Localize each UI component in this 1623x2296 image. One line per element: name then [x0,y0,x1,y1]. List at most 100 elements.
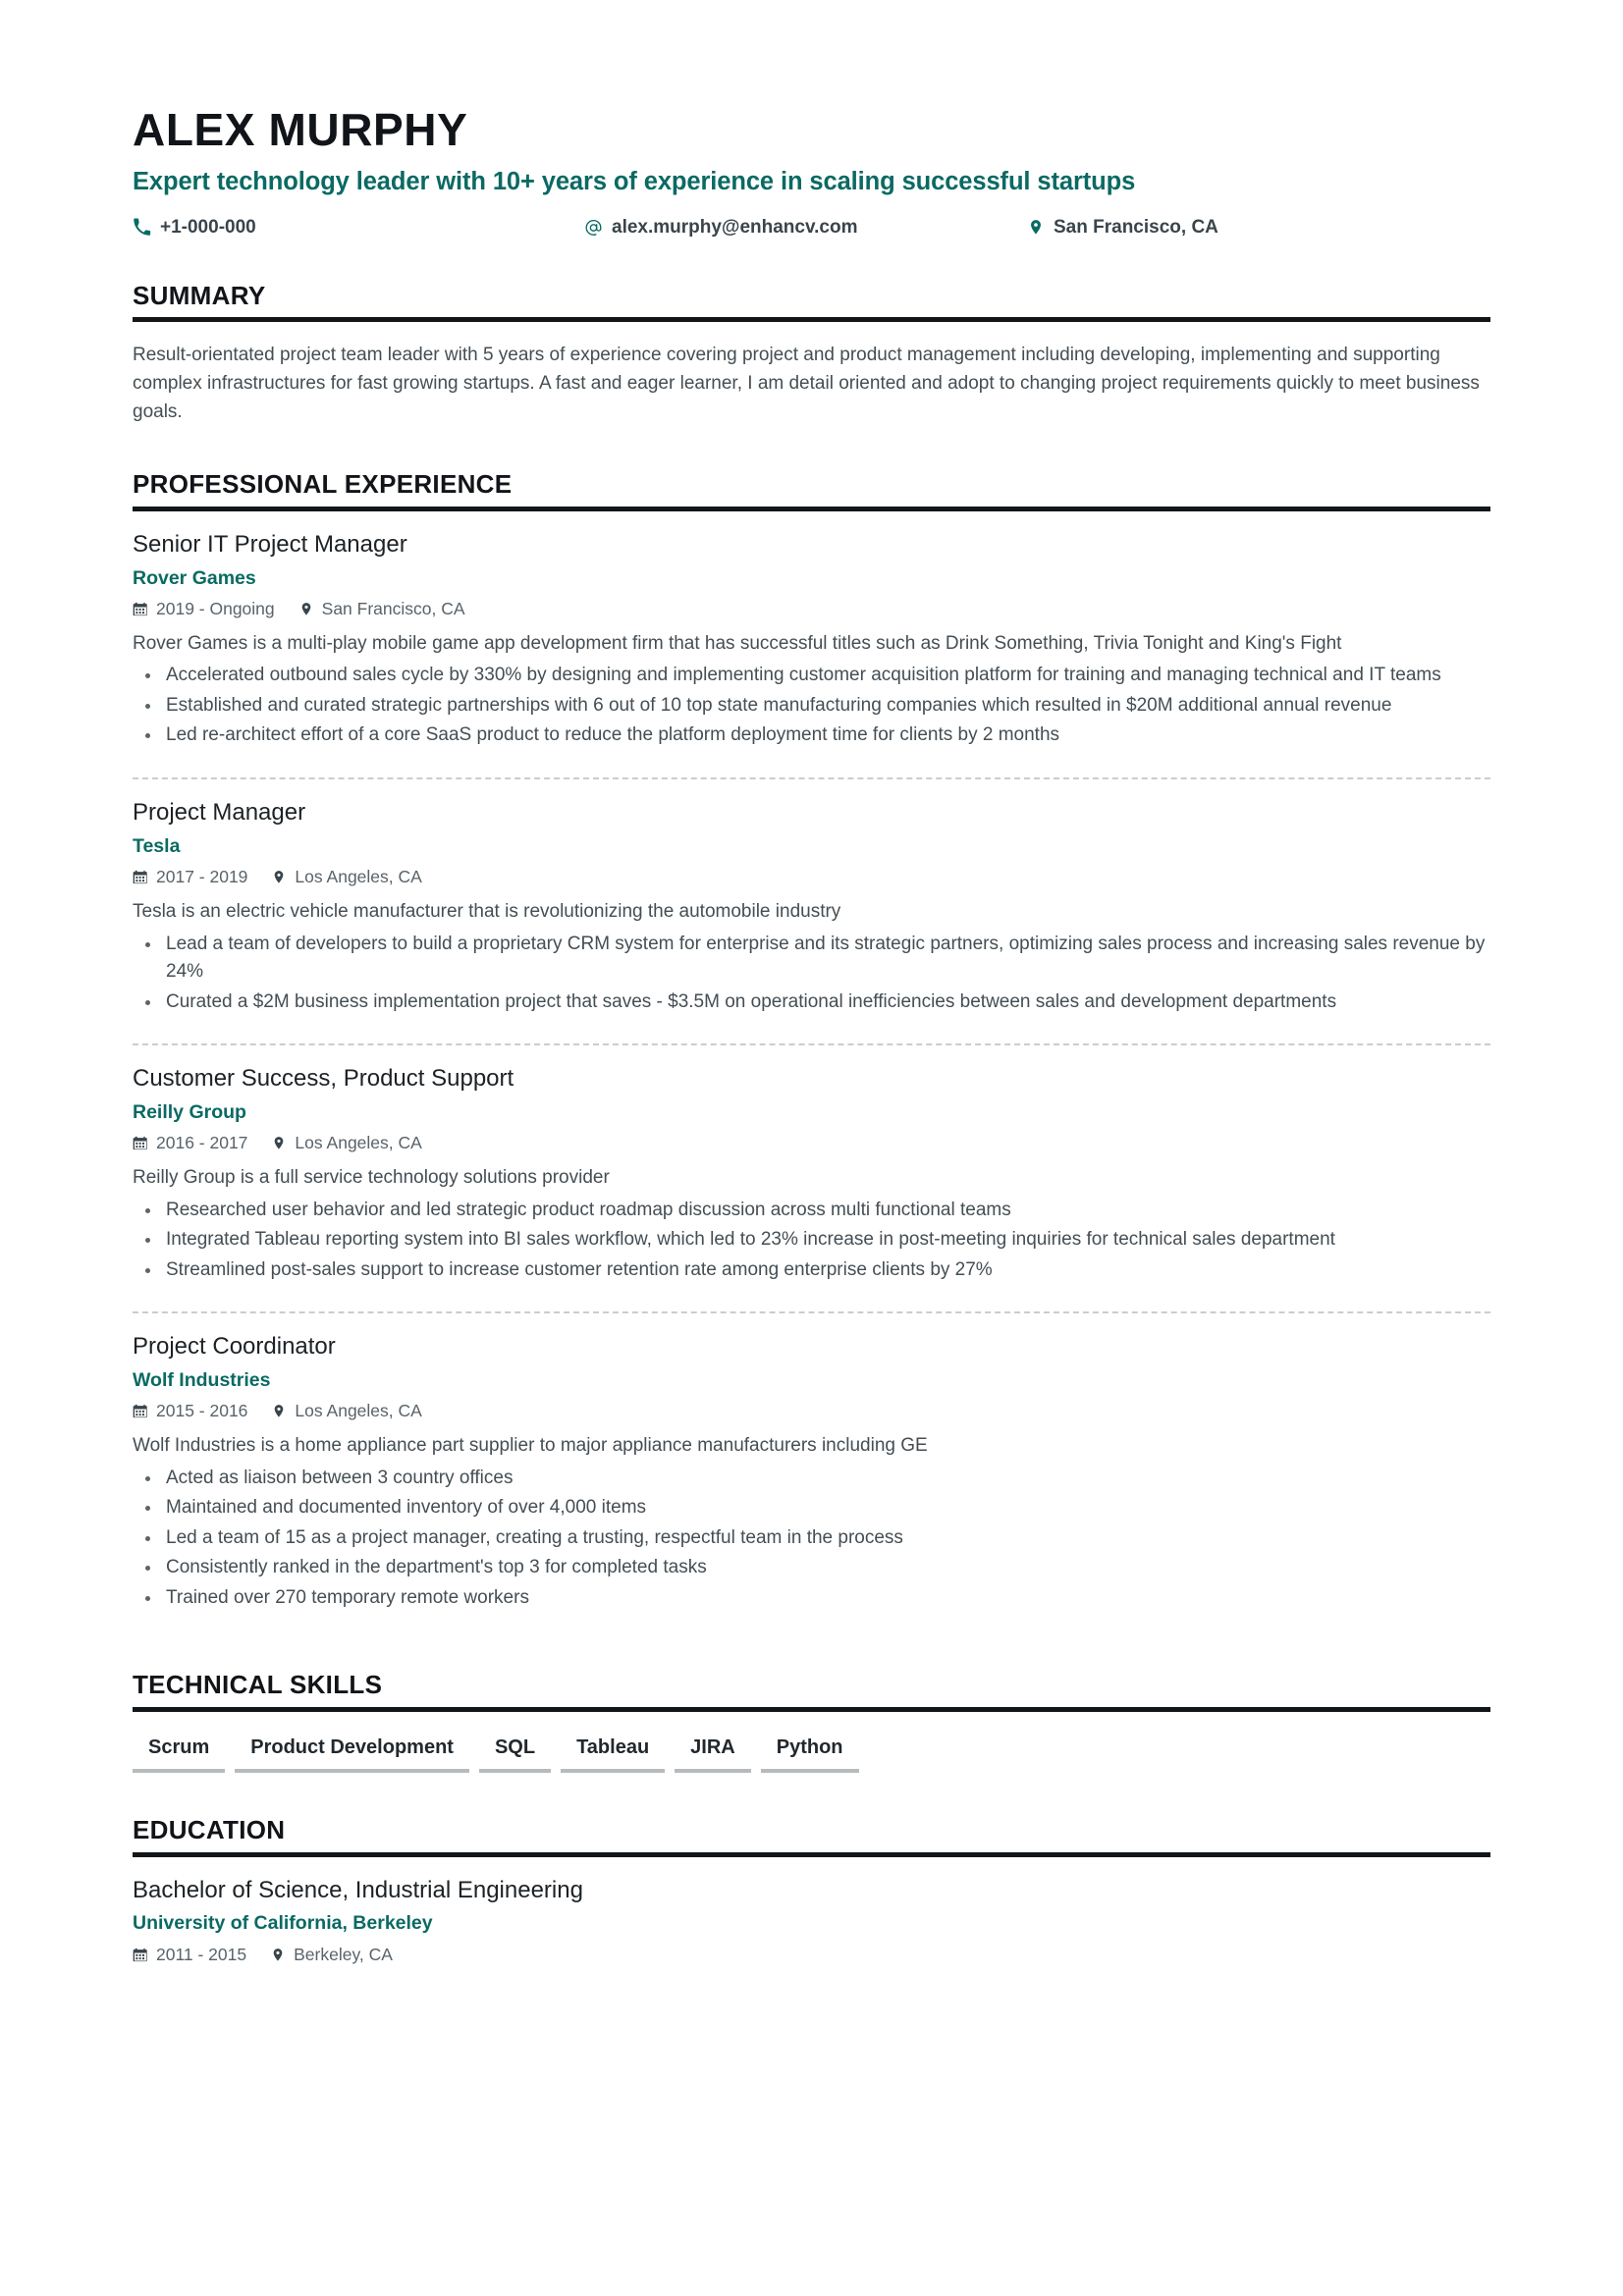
section-title-education: EDUCATION [133,1815,286,1845]
job-dates-value: 2016 - 2017 [156,1133,248,1153]
resume-page: ALEX MURPHY Expert technology leader wit… [0,0,1623,2296]
job-dates: 2019 - Ongoing [133,599,275,619]
education-dates-value: 2011 - 2015 [156,1944,247,1964]
contact-email[interactable]: alex.murphy@enhancv.com [584,217,1026,239]
calendar-icon [133,869,148,885]
job-location-value: Los Angeles, CA [295,867,422,887]
list-item: Integrated Tableau reporting system into… [145,1226,1490,1255]
job-location-value: Los Angeles, CA [295,1401,422,1421]
calendar-icon [133,1403,148,1419]
education-location-value: Berkeley, CA [294,1944,393,1964]
job-description: Wolf Industries is a home appliance part… [133,1435,928,1457]
job-title: Project Coordinator [133,1333,336,1361]
job-title: Senior IT Project Manager [133,530,407,558]
section-divider [133,1707,1490,1713]
job-dates-value: 2019 - Ongoing [156,598,275,618]
list-item: Researched user behavior and led strateg… [145,1197,1490,1225]
contact-phone[interactable]: +1-000-000 [133,217,584,239]
list-item: Trained over 270 temporary remote worker… [145,1584,1490,1613]
experience-entry: Project Manager Tesla 2017 - 2019 Los An… [133,799,1490,1032]
job-dates-value: 2015 - 2016 [156,1401,248,1421]
experience-entry: Senior IT Project Manager Rover Games 20… [133,531,1490,766]
page-title: ALEX MURPHY [133,104,468,155]
location-pin-icon [271,1403,287,1419]
job-location: Los Angeles, CA [271,1401,422,1421]
skill-tag: JIRA [675,1732,751,1774]
job-location-value: San Francisco, CA [321,598,465,618]
location-pin-icon [270,1947,286,1963]
job-bullets: Accelerated outbound sales cycle by 330%… [133,662,1490,750]
section-experience: PROFESSIONAL EXPERIENCE Senior IT Projec… [133,470,1490,1628]
job-dates-value: 2017 - 2019 [156,867,248,887]
company-name: Reilly Group [133,1100,246,1123]
education-entry: Bachelor of Science, Industrial Engineer… [133,1877,1490,1965]
contact-location-value: San Francisco, CA [1054,216,1218,238]
job-bullets: Researched user behavior and led strateg… [133,1197,1490,1285]
education-dates: 2011 - 2015 [133,1945,246,1965]
company-name: Tesla [133,834,181,857]
location-pin-icon [271,1135,287,1151]
section-divider [133,317,1490,323]
list-item: Led re-architect effort of a core SaaS p… [145,721,1490,750]
section-title-summary: SUMMARY [133,280,266,310]
job-bullets: Lead a team of developers to build a pro… [133,931,1490,1017]
job-meta: 2015 - 2016 Los Angeles, CA [133,1401,1490,1421]
job-location: Los Angeles, CA [271,1133,422,1153]
list-item: Maintained and documented inventory of o… [145,1494,1490,1522]
calendar-icon [133,1947,148,1963]
list-item: Curated a $2M business implementation pr… [145,988,1490,1017]
section-skills: TECHNICAL SKILLS Scrum Product Developme… [133,1670,1490,1774]
skill-tag: Python [760,1732,859,1774]
headline: Expert technology leader with 10+ years … [133,168,1136,196]
resume-header: ALEX MURPHY Expert technology leader wit… [133,0,1490,239]
experience-list: Senior IT Project Manager Rover Games 20… [133,531,1490,1629]
company-name: Wolf Industries [133,1369,271,1392]
job-meta: 2017 - 2019 Los Angeles, CA [133,867,1490,887]
location-pin-icon [1026,218,1045,237]
job-location: San Francisco, CA [298,599,465,619]
job-bullets: Acted as liaison between 3 country offic… [133,1465,1490,1613]
job-meta: 2016 - 2017 Los Angeles, CA [133,1133,1490,1153]
list-item: Lead a team of developers to build a pro… [145,931,1490,987]
company-name: Rover Games [133,566,256,589]
list-item: Acted as liaison between 3 country offic… [145,1465,1490,1493]
job-dates: 2016 - 2017 [133,1133,247,1153]
list-item: Streamlined post-sales support to increa… [145,1256,1490,1285]
list-item: Consistently ranked in the department's … [145,1554,1490,1582]
skills-list: Scrum Product Development SQL Tableau JI… [133,1732,1490,1774]
education-meta: 2011 - 2015 Berkeley, CA [133,1945,1490,1965]
job-meta: 2019 - Ongoing San Francisco, CA [133,599,1490,619]
location-pin-icon [271,869,287,885]
contact-location[interactable]: San Francisco, CA [1026,217,1218,239]
job-description: Tesla is an electric vehicle manufacture… [133,901,841,923]
section-title-skills: TECHNICAL SKILLS [133,1670,383,1700]
skill-tag: SQL [478,1732,552,1774]
job-description: Reilly Group is a full service technolog… [133,1167,610,1189]
list-item: Led a team of 15 as a project manager, c… [145,1524,1490,1553]
job-location-value: Los Angeles, CA [295,1133,422,1153]
job-title: Customer Success, Product Support [133,1065,514,1093]
list-item: Established and curated strategic partne… [145,692,1490,721]
skill-tag: Product Development [235,1732,469,1774]
school-name: University of California, Berkeley [133,1912,433,1935]
entry-separator [133,776,1490,779]
education-location: Berkeley, CA [270,1945,393,1965]
entry-separator [133,1311,1490,1314]
section-education: EDUCATION Bachelor of Science, Industria… [133,1816,1490,1965]
summary-text: Result-orientated project team leader wi… [133,345,1480,423]
section-divider [133,506,1490,511]
job-dates: 2017 - 2019 [133,867,247,887]
job-description: Rover Games is a multi-play mobile game … [133,632,1342,654]
entry-separator [133,1043,1490,1046]
experience-entry: Project Coordinator Wolf Industries 2015… [133,1333,1490,1628]
list-item: Accelerated outbound sales cycle by 330%… [145,662,1490,690]
at-icon [584,218,603,237]
degree-title: Bachelor of Science, Industrial Engineer… [133,1876,583,1903]
job-location: Los Angeles, CA [271,867,422,887]
phone-icon [133,218,151,237]
skill-tag: Tableau [561,1732,666,1774]
contact-row: +1-000-000 alex.murphy@enhancv.com San F… [133,217,1490,239]
skill-tag: Scrum [133,1732,226,1774]
experience-entry: Customer Success, Product Support Reilly… [133,1065,1490,1300]
contact-phone-value: +1-000-000 [160,216,256,238]
